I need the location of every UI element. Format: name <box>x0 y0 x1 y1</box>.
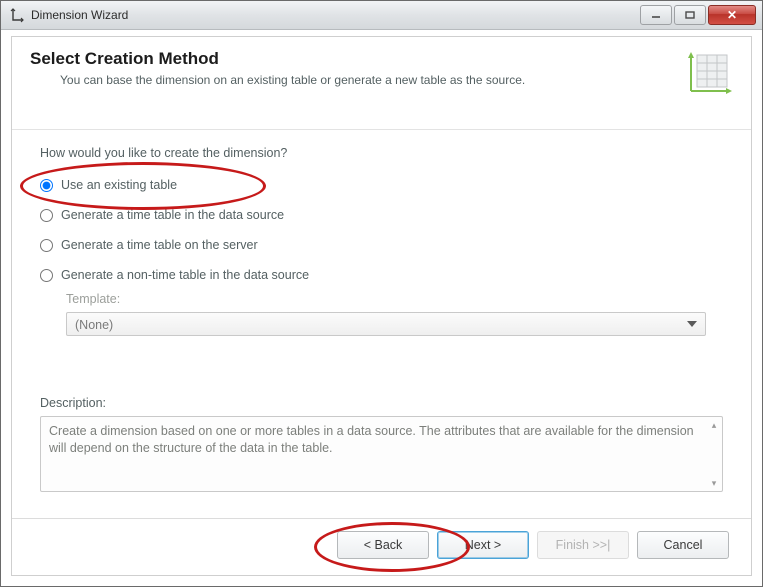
option-time-table-source[interactable]: Generate a time table in the data source <box>40 208 723 222</box>
chevron-down-icon <box>687 321 697 327</box>
back-button[interactable]: < Back <box>337 531 429 559</box>
app-icon <box>9 7 25 23</box>
template-label: Template: <box>66 292 723 306</box>
next-button[interactable]: Next > <box>437 531 529 559</box>
template-block: Template: (None) <box>66 292 723 336</box>
template-dropdown[interactable]: (None) <box>66 312 706 336</box>
radio-existing-table[interactable] <box>40 179 53 192</box>
option-existing-table[interactable]: Use an existing table <box>40 178 723 192</box>
radio-time-table-server[interactable] <box>40 239 53 252</box>
window-controls: ✕ <box>638 5 756 25</box>
scroll-up-icon[interactable]: ▴ <box>708 419 720 431</box>
radio-nontime-table[interactable] <box>40 269 53 282</box>
close-button[interactable]: ✕ <box>708 5 756 25</box>
scroll-down-icon[interactable]: ▾ <box>708 477 720 489</box>
titlebar: Dimension Wizard ✕ <box>1 1 762 30</box>
options-group: Use an existing table Generate a time ta… <box>40 178 723 282</box>
maximize-button[interactable] <box>674 5 706 25</box>
description-box: Create a dimension based on one or more … <box>40 416 723 492</box>
question-label: How would you like to create the dimensi… <box>40 146 723 160</box>
page-subtitle: You can base the dimension on an existin… <box>60 73 620 87</box>
description-text: Create a dimension based on one or more … <box>49 424 694 455</box>
option-time-table-server[interactable]: Generate a time table on the server <box>40 238 723 252</box>
cancel-button[interactable]: Cancel <box>637 531 729 559</box>
wizard-button-bar: < Back Next > Finish >>| Cancel <box>12 518 751 575</box>
wizard-header: Select Creation Method You can base the … <box>12 37 751 130</box>
option-time-table-source-label: Generate a time table in the data source <box>61 208 284 222</box>
description-label: Description: <box>40 396 723 410</box>
wizard-body: Select Creation Method You can base the … <box>11 36 752 576</box>
wizard-content: How would you like to create the dimensi… <box>12 130 751 518</box>
radio-time-table-source[interactable] <box>40 209 53 222</box>
dimension-cube-icon <box>683 49 735 101</box>
template-selected-value: (None) <box>75 318 113 332</box>
minimize-button[interactable] <box>640 5 672 25</box>
finish-button: Finish >>| <box>537 531 629 559</box>
window-title: Dimension Wizard <box>31 8 638 22</box>
dimension-wizard-window: Dimension Wizard ✕ Select Creation Metho… <box>0 0 763 587</box>
option-existing-table-label: Use an existing table <box>61 178 177 192</box>
option-nontime-table-label: Generate a non-time table in the data so… <box>61 268 309 282</box>
page-title: Select Creation Method <box>30 49 733 69</box>
option-nontime-table[interactable]: Generate a non-time table in the data so… <box>40 268 723 282</box>
option-time-table-server-label: Generate a time table on the server <box>61 238 258 252</box>
